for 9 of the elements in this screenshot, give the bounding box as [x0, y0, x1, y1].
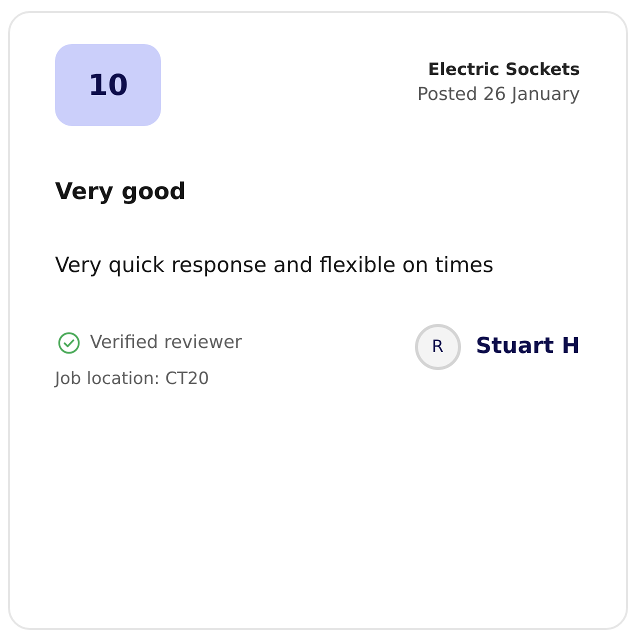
review-title: Very good — [55, 178, 188, 207]
score-tile: 10 — [55, 44, 161, 126]
posted-date: Posted 26 January — [417, 83, 580, 107]
job-location: Job location: CT20 — [55, 368, 210, 391]
avatar-initial: R — [414, 324, 461, 370]
review-text: Very quick response and flexible on times — [55, 252, 495, 279]
reviewer-name: Stuart H — [476, 333, 580, 361]
verified-label: Verified reviewer — [90, 331, 242, 355]
job-category: Electric Sockets — [428, 59, 580, 82]
